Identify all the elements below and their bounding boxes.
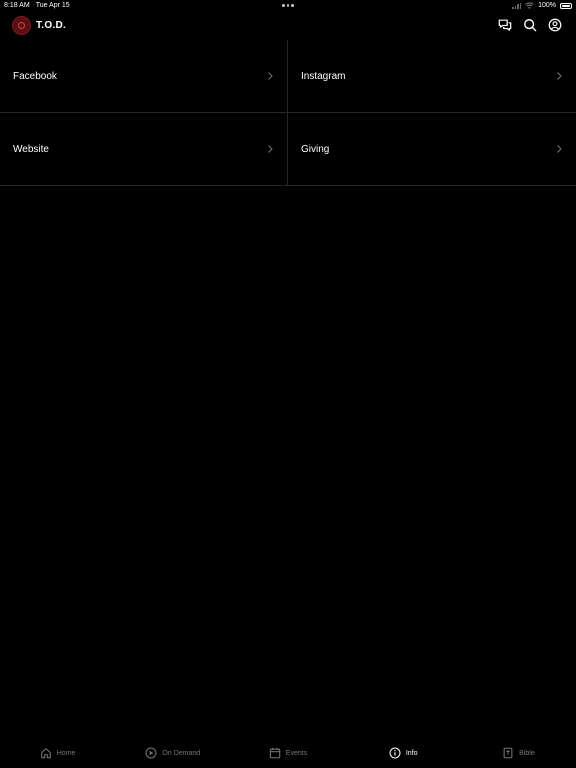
bible-icon [503,747,513,759]
tab-bar: Home On Demand Events Info Bible [0,738,576,768]
church-logo-icon [12,16,31,35]
tab-info[interactable]: Info [346,738,461,768]
tab-events[interactable]: Events [230,738,345,768]
app-header: T.O.D. [0,14,576,38]
links-row: Facebook Instagram [0,40,576,113]
link-website[interactable]: Website [0,113,288,185]
tab-label: Bible [519,749,535,757]
tab-on-demand[interactable]: On Demand [115,738,230,768]
status-bar: 8:18 AM Tue Apr 15 100% [0,0,576,12]
status-time: 8:18 AM [4,2,30,9]
cellular-icon [512,2,522,9]
app-title: T.O.D. [36,20,67,31]
link-label: Facebook [13,70,57,82]
chat-icon[interactable] [498,18,512,32]
link-label: Giving [301,143,330,155]
link-facebook[interactable]: Facebook [0,40,288,112]
status-left: 8:18 AM Tue Apr 15 [4,2,70,9]
status-date: Tue Apr 15 [35,2,70,9]
battery-percentage: 100% [538,2,556,9]
chevron-right-icon [268,72,273,80]
info-links-grid: Facebook Instagram Website Giving [0,40,576,186]
link-label: Instagram [301,70,346,82]
account-icon[interactable] [548,18,562,32]
info-icon [389,747,401,759]
search-icon[interactable] [523,18,537,32]
links-row: Website Giving [0,113,576,186]
chevron-right-icon [557,72,562,80]
tab-bible[interactable]: Bible [461,738,576,768]
app-screen: 8:18 AM Tue Apr 15 100% T.O.D. Facebook … [0,0,576,768]
header-actions [498,18,562,32]
tab-label: Events [285,749,308,757]
calendar-icon [269,747,281,759]
home-icon [40,748,51,759]
tab-label: On Demand [162,749,201,757]
brand[interactable]: T.O.D. [12,16,66,35]
tab-label: Info [405,749,418,757]
multitasking-dots[interactable] [282,4,294,7]
link-instagram[interactable]: Instagram [288,40,576,112]
link-label: Website [13,143,49,155]
link-giving[interactable]: Giving [288,113,576,185]
tab-label: Home [56,749,76,757]
chevron-right-icon [557,145,562,153]
battery-icon [560,2,572,9]
tab-home[interactable]: Home [0,738,115,768]
wifi-icon [525,2,534,9]
play-circle-icon [145,747,157,759]
chevron-right-icon [268,145,273,153]
status-right: 100% [512,2,572,9]
